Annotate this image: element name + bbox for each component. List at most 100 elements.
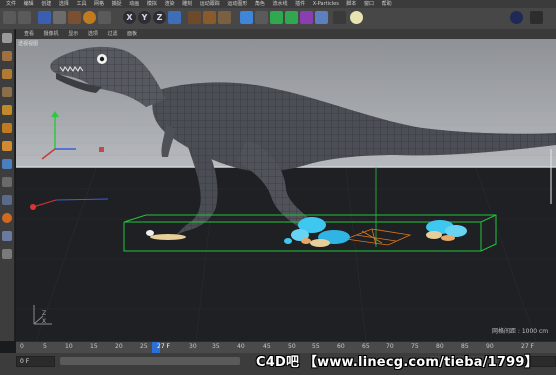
menu-bar: 文件 编辑 创建 选择 工具 网格 捕捉 动画 模拟 渲染 雕刻 运动跟踪 运动… — [0, 0, 556, 8]
timeline-tick: 60 — [337, 343, 345, 350]
light-object-marker[interactable] — [99, 147, 104, 152]
grid-spacing-label: 网格间距 : 1000 cm — [492, 328, 549, 335]
xparticles-emitter-icon[interactable] — [510, 11, 523, 24]
pen-spline-icon[interactable] — [255, 11, 268, 24]
menu-item[interactable]: 文件 — [6, 0, 16, 8]
layout-selector-icon[interactable] — [530, 11, 543, 24]
menu-item[interactable]: 工具 — [76, 0, 86, 8]
points-mode-icon[interactable] — [2, 105, 12, 115]
menu-item[interactable]: 选择 — [59, 0, 69, 8]
redo-icon[interactable] — [18, 11, 31, 24]
viewport-menu-item[interactable]: 摄像机 — [44, 29, 59, 39]
menu-item[interactable]: 帮助 — [382, 0, 392, 8]
soft-selection-icon[interactable] — [2, 213, 12, 223]
timeline-tick: 85 — [461, 343, 469, 350]
menu-item[interactable]: 流水线 — [273, 0, 288, 8]
particle-cluster-4 — [284, 238, 292, 244]
x-axis-lock-button[interactable]: X — [123, 11, 136, 24]
scale-icon[interactable] — [68, 11, 81, 24]
undo-icon[interactable] — [3, 11, 16, 24]
menu-item[interactable]: 脚本 — [346, 0, 356, 8]
timeline-tick: 15 — [90, 343, 98, 350]
edges-mode-icon[interactable] — [2, 123, 12, 133]
viewport-menu-item[interactable]: 过滤 — [107, 29, 117, 39]
menu-item[interactable]: 模拟 — [147, 0, 157, 8]
make-editable-icon[interactable] — [2, 33, 12, 43]
workplane-icon[interactable] — [2, 87, 12, 97]
timeline-tick: 20 — [115, 343, 123, 350]
menu-item[interactable]: 创建 — [41, 0, 51, 8]
menu-item[interactable]: 动画 — [129, 0, 139, 8]
axis-label-z: Z — [42, 310, 47, 317]
menu-item[interactable]: 插件 — [295, 0, 305, 8]
cube-primitive-icon[interactable] — [240, 11, 253, 24]
viewport-scene — [16, 29, 556, 341]
viewport-title: 透视视图 — [18, 41, 39, 47]
coordinate-system-icon[interactable] — [168, 11, 181, 24]
scene-floor-icon[interactable] — [315, 11, 328, 24]
timeline-tick: 0 — [20, 343, 24, 350]
menu-item[interactable]: 捕捉 — [112, 0, 122, 8]
current-frame-label: 27 F — [157, 343, 170, 350]
viewport-menu-item[interactable]: 面板 — [127, 29, 137, 39]
menu-item[interactable]: 角色 — [255, 0, 265, 8]
timeline-tick: 70 — [386, 343, 394, 350]
perspective-viewport[interactable] — [16, 29, 556, 341]
menu-item[interactable]: 运动图形 — [227, 0, 247, 8]
tweak-mode-icon[interactable] — [2, 177, 12, 187]
timeline-tick: 25 — [140, 343, 148, 350]
menu-item[interactable]: 窗口 — [364, 0, 374, 8]
timeline-tick: 80 — [436, 343, 444, 350]
viewport-menu-item[interactable]: 选项 — [88, 29, 98, 39]
render-settings-icon[interactable] — [218, 11, 231, 24]
timeline-tick: 5 — [43, 343, 47, 350]
mode-palette — [0, 29, 15, 341]
site-watermark: C4D吧 【www.linecg.com/tieba/1799】 — [256, 355, 538, 370]
rotate-icon[interactable] — [83, 11, 96, 24]
timeline-tick: 35 — [212, 343, 220, 350]
deformer-icon[interactable] — [300, 11, 313, 24]
render-to-picture-viewer-icon[interactable] — [203, 11, 216, 24]
subdivision-surface-icon[interactable] — [270, 11, 283, 24]
menu-item[interactable]: 网格 — [94, 0, 104, 8]
polygons-mode-icon[interactable] — [2, 141, 12, 151]
menu-item[interactable]: 雕刻 — [182, 0, 192, 8]
range-slider[interactable] — [60, 357, 240, 365]
viewport-menu-item[interactable]: 显示 — [68, 29, 78, 39]
main-toolbar: X Y Z — [0, 8, 556, 30]
workplane-lock-icon[interactable] — [2, 231, 12, 241]
timeline-tick: 90 — [486, 343, 494, 350]
render-view-icon[interactable] — [188, 11, 201, 24]
y-axis-lock-button[interactable]: Y — [138, 11, 151, 24]
end-frame-label: 27 F — [521, 343, 534, 350]
timeline-tick: 65 — [362, 343, 370, 350]
model-mode-icon[interactable] — [2, 51, 12, 61]
timeline-tick: 75 — [411, 343, 419, 350]
menu-item[interactable]: X-Particles — [313, 0, 339, 8]
snapping-icon[interactable] — [2, 195, 12, 205]
camera-icon[interactable] — [333, 11, 346, 24]
viewport-menu-item[interactable]: 查看 — [24, 29, 34, 39]
quantize-icon[interactable] — [2, 249, 12, 259]
timeline-tick: 55 — [312, 343, 320, 350]
texture-mode-icon[interactable] — [2, 69, 12, 79]
start-frame-field[interactable]: 0 F — [16, 356, 55, 367]
viewport-menu: 查看 摄像机 显示 选项 过滤 面板 — [16, 29, 556, 39]
axis-mode-icon[interactable] — [2, 159, 12, 169]
menu-item[interactable]: 渲染 — [164, 0, 174, 8]
timeline-tick: 40 — [237, 343, 245, 350]
timeline-tick: 30 — [189, 343, 197, 350]
axis-label-x: X — [42, 318, 47, 325]
select-arrow-icon[interactable] — [38, 11, 51, 24]
viewport-nav-icons[interactable] — [540, 30, 554, 39]
timeline-tick: 50 — [288, 343, 296, 350]
menu-item[interactable]: 编辑 — [24, 0, 34, 8]
recent-tools-icon[interactable] — [98, 11, 111, 24]
move-icon[interactable] — [53, 11, 66, 24]
array-generator-icon[interactable] — [285, 11, 298, 24]
light-icon[interactable] — [350, 11, 363, 24]
timeline-tick: 45 — [263, 343, 271, 350]
z-axis-lock-button[interactable]: Z — [153, 11, 166, 24]
menu-item[interactable]: 运动跟踪 — [200, 0, 220, 8]
timeline-tick: 10 — [65, 343, 73, 350]
